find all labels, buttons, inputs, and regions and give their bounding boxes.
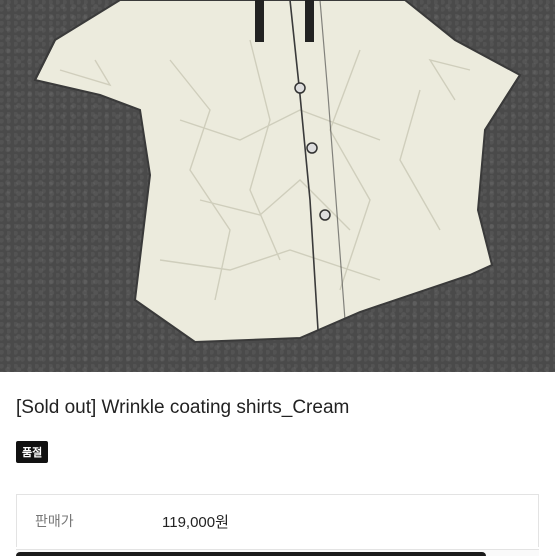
sold-out-badge: 품절 xyxy=(16,441,49,463)
product-title: [Sold out] Wrinkle coating shirts_Cream xyxy=(16,397,350,418)
price-value: 119,000원 xyxy=(162,514,229,531)
action-button-edge[interactable] xyxy=(16,552,486,556)
price-label: 판매가 xyxy=(35,513,74,529)
product-image xyxy=(0,0,555,372)
shirt-illustration xyxy=(33,0,522,344)
price-row: 판매가 119,000원 xyxy=(16,494,539,547)
